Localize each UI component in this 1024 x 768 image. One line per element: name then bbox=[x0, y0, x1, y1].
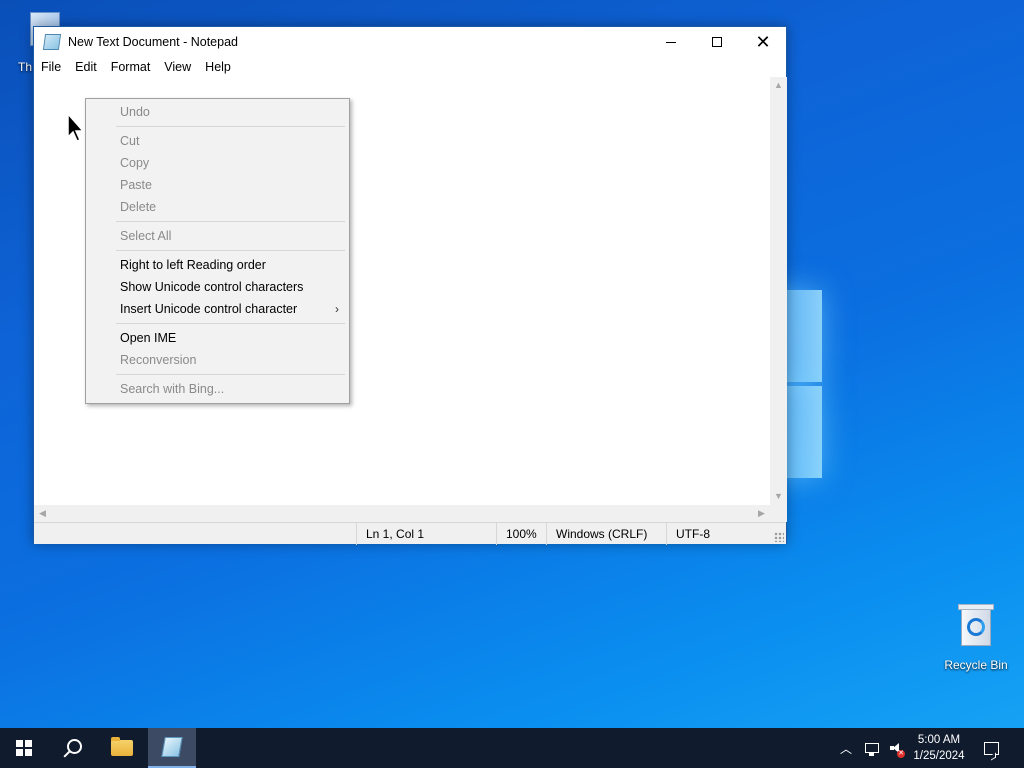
clock-time: 5:00 AM bbox=[917, 734, 961, 746]
notification-icon bbox=[983, 741, 999, 755]
window-title: New Text Document - Notepad bbox=[68, 35, 238, 49]
start-button[interactable] bbox=[0, 728, 48, 768]
status-line-endings: Windows (CRLF) bbox=[546, 523, 666, 545]
network-button[interactable] bbox=[861, 728, 883, 768]
menu-separator bbox=[116, 221, 345, 222]
folder-icon bbox=[111, 737, 133, 756]
context-menu: Undo Cut Copy Paste Delete Select All Ri… bbox=[85, 98, 350, 404]
clock[interactable]: 5:00 AM 1/25/2024 bbox=[910, 728, 968, 768]
menu-item-open-ime[interactable]: Open IME bbox=[86, 327, 349, 349]
status-bar: Ln 1, Col 1 100% Windows (CRLF) UTF-8 bbox=[34, 522, 786, 545]
maximize-button[interactable] bbox=[694, 27, 740, 57]
windows-logo-icon bbox=[16, 740, 32, 756]
clock-date: 1/25/2024 bbox=[913, 750, 965, 762]
recycle-bin-icon bbox=[958, 602, 994, 646]
menu-item-insert-unicode[interactable]: Insert Unicode control character › bbox=[86, 298, 349, 320]
notepad-taskbar-button[interactable] bbox=[148, 728, 196, 768]
menu-item-reconversion[interactable]: Reconversion bbox=[86, 349, 349, 371]
mouse-cursor-icon bbox=[67, 113, 85, 142]
scrollbar-corner bbox=[770, 505, 787, 522]
menu-item-undo[interactable]: Undo bbox=[86, 101, 349, 123]
chevron-up-icon: ︿ bbox=[839, 741, 852, 756]
search-button[interactable] bbox=[48, 728, 96, 768]
close-button[interactable]: ✕ bbox=[740, 27, 786, 57]
status-position: Ln 1, Col 1 bbox=[356, 523, 496, 545]
menu-separator bbox=[116, 250, 345, 251]
title-bar[interactable]: New Text Document - Notepad ✕ bbox=[34, 27, 786, 57]
menu-item-copy[interactable]: Copy bbox=[86, 152, 349, 174]
recycle-bin-label: Recycle Bin bbox=[944, 658, 1008, 672]
menu-item-delete[interactable]: Delete bbox=[86, 196, 349, 218]
menu-format[interactable]: Format bbox=[104, 57, 158, 77]
menu-item-paste[interactable]: Paste bbox=[86, 174, 349, 196]
menu-item-insert-unicode-label: Insert Unicode control character bbox=[120, 302, 298, 316]
taskbar: ︿ ✕ 5:00 AM 1/25/2024 bbox=[0, 728, 1024, 768]
menu-item-rtl-reading-order[interactable]: Right to left Reading order bbox=[86, 254, 349, 276]
menu-item-search-bing[interactable]: Search with Bing... bbox=[86, 378, 349, 400]
menu-help[interactable]: Help bbox=[198, 57, 238, 77]
menu-item-cut[interactable]: Cut bbox=[86, 130, 349, 152]
search-icon bbox=[66, 738, 82, 754]
menu-file[interactable]: File bbox=[34, 57, 68, 77]
network-icon bbox=[865, 743, 879, 756]
menu-view[interactable]: View bbox=[157, 57, 198, 77]
chevron-right-icon: › bbox=[335, 302, 339, 316]
minimize-icon bbox=[666, 41, 676, 43]
show-hidden-icons-button[interactable]: ︿ bbox=[836, 728, 856, 768]
menu-separator bbox=[116, 374, 345, 375]
resize-grip-icon[interactable] bbox=[774, 532, 784, 542]
scroll-left-icon[interactable]: ◀ bbox=[34, 505, 51, 522]
scroll-right-icon[interactable]: ▶ bbox=[753, 505, 770, 522]
menu-item-show-unicode[interactable]: Show Unicode control characters bbox=[86, 276, 349, 298]
action-center-button[interactable] bbox=[978, 728, 1004, 768]
menu-separator bbox=[116, 323, 345, 324]
notepad-icon bbox=[42, 34, 62, 50]
menu-item-select-all[interactable]: Select All bbox=[86, 225, 349, 247]
status-zoom: 100% bbox=[496, 523, 546, 545]
close-icon: ✕ bbox=[755, 32, 771, 52]
desktop-icon-recycle-bin[interactable]: Recycle Bin bbox=[940, 600, 1012, 672]
notepad-icon bbox=[161, 737, 183, 757]
maximize-icon bbox=[712, 37, 722, 47]
vertical-scrollbar[interactable]: ▲ ▼ bbox=[770, 77, 787, 505]
menu-bar: File Edit Format View Help bbox=[34, 57, 786, 77]
volume-button[interactable]: ✕ bbox=[885, 728, 907, 768]
desktop-icon-label: Th bbox=[18, 60, 33, 74]
status-encoding: UTF-8 bbox=[666, 523, 766, 545]
file-explorer-button[interactable] bbox=[98, 728, 146, 768]
scroll-up-icon[interactable]: ▲ bbox=[770, 77, 787, 94]
menu-separator bbox=[116, 126, 345, 127]
minimize-button[interactable] bbox=[648, 27, 694, 57]
menu-edit[interactable]: Edit bbox=[68, 57, 104, 77]
horizontal-scrollbar[interactable]: ◀ ▶ bbox=[34, 505, 770, 522]
scroll-down-icon[interactable]: ▼ bbox=[770, 488, 787, 505]
mute-badge-icon: ✕ bbox=[897, 750, 905, 758]
